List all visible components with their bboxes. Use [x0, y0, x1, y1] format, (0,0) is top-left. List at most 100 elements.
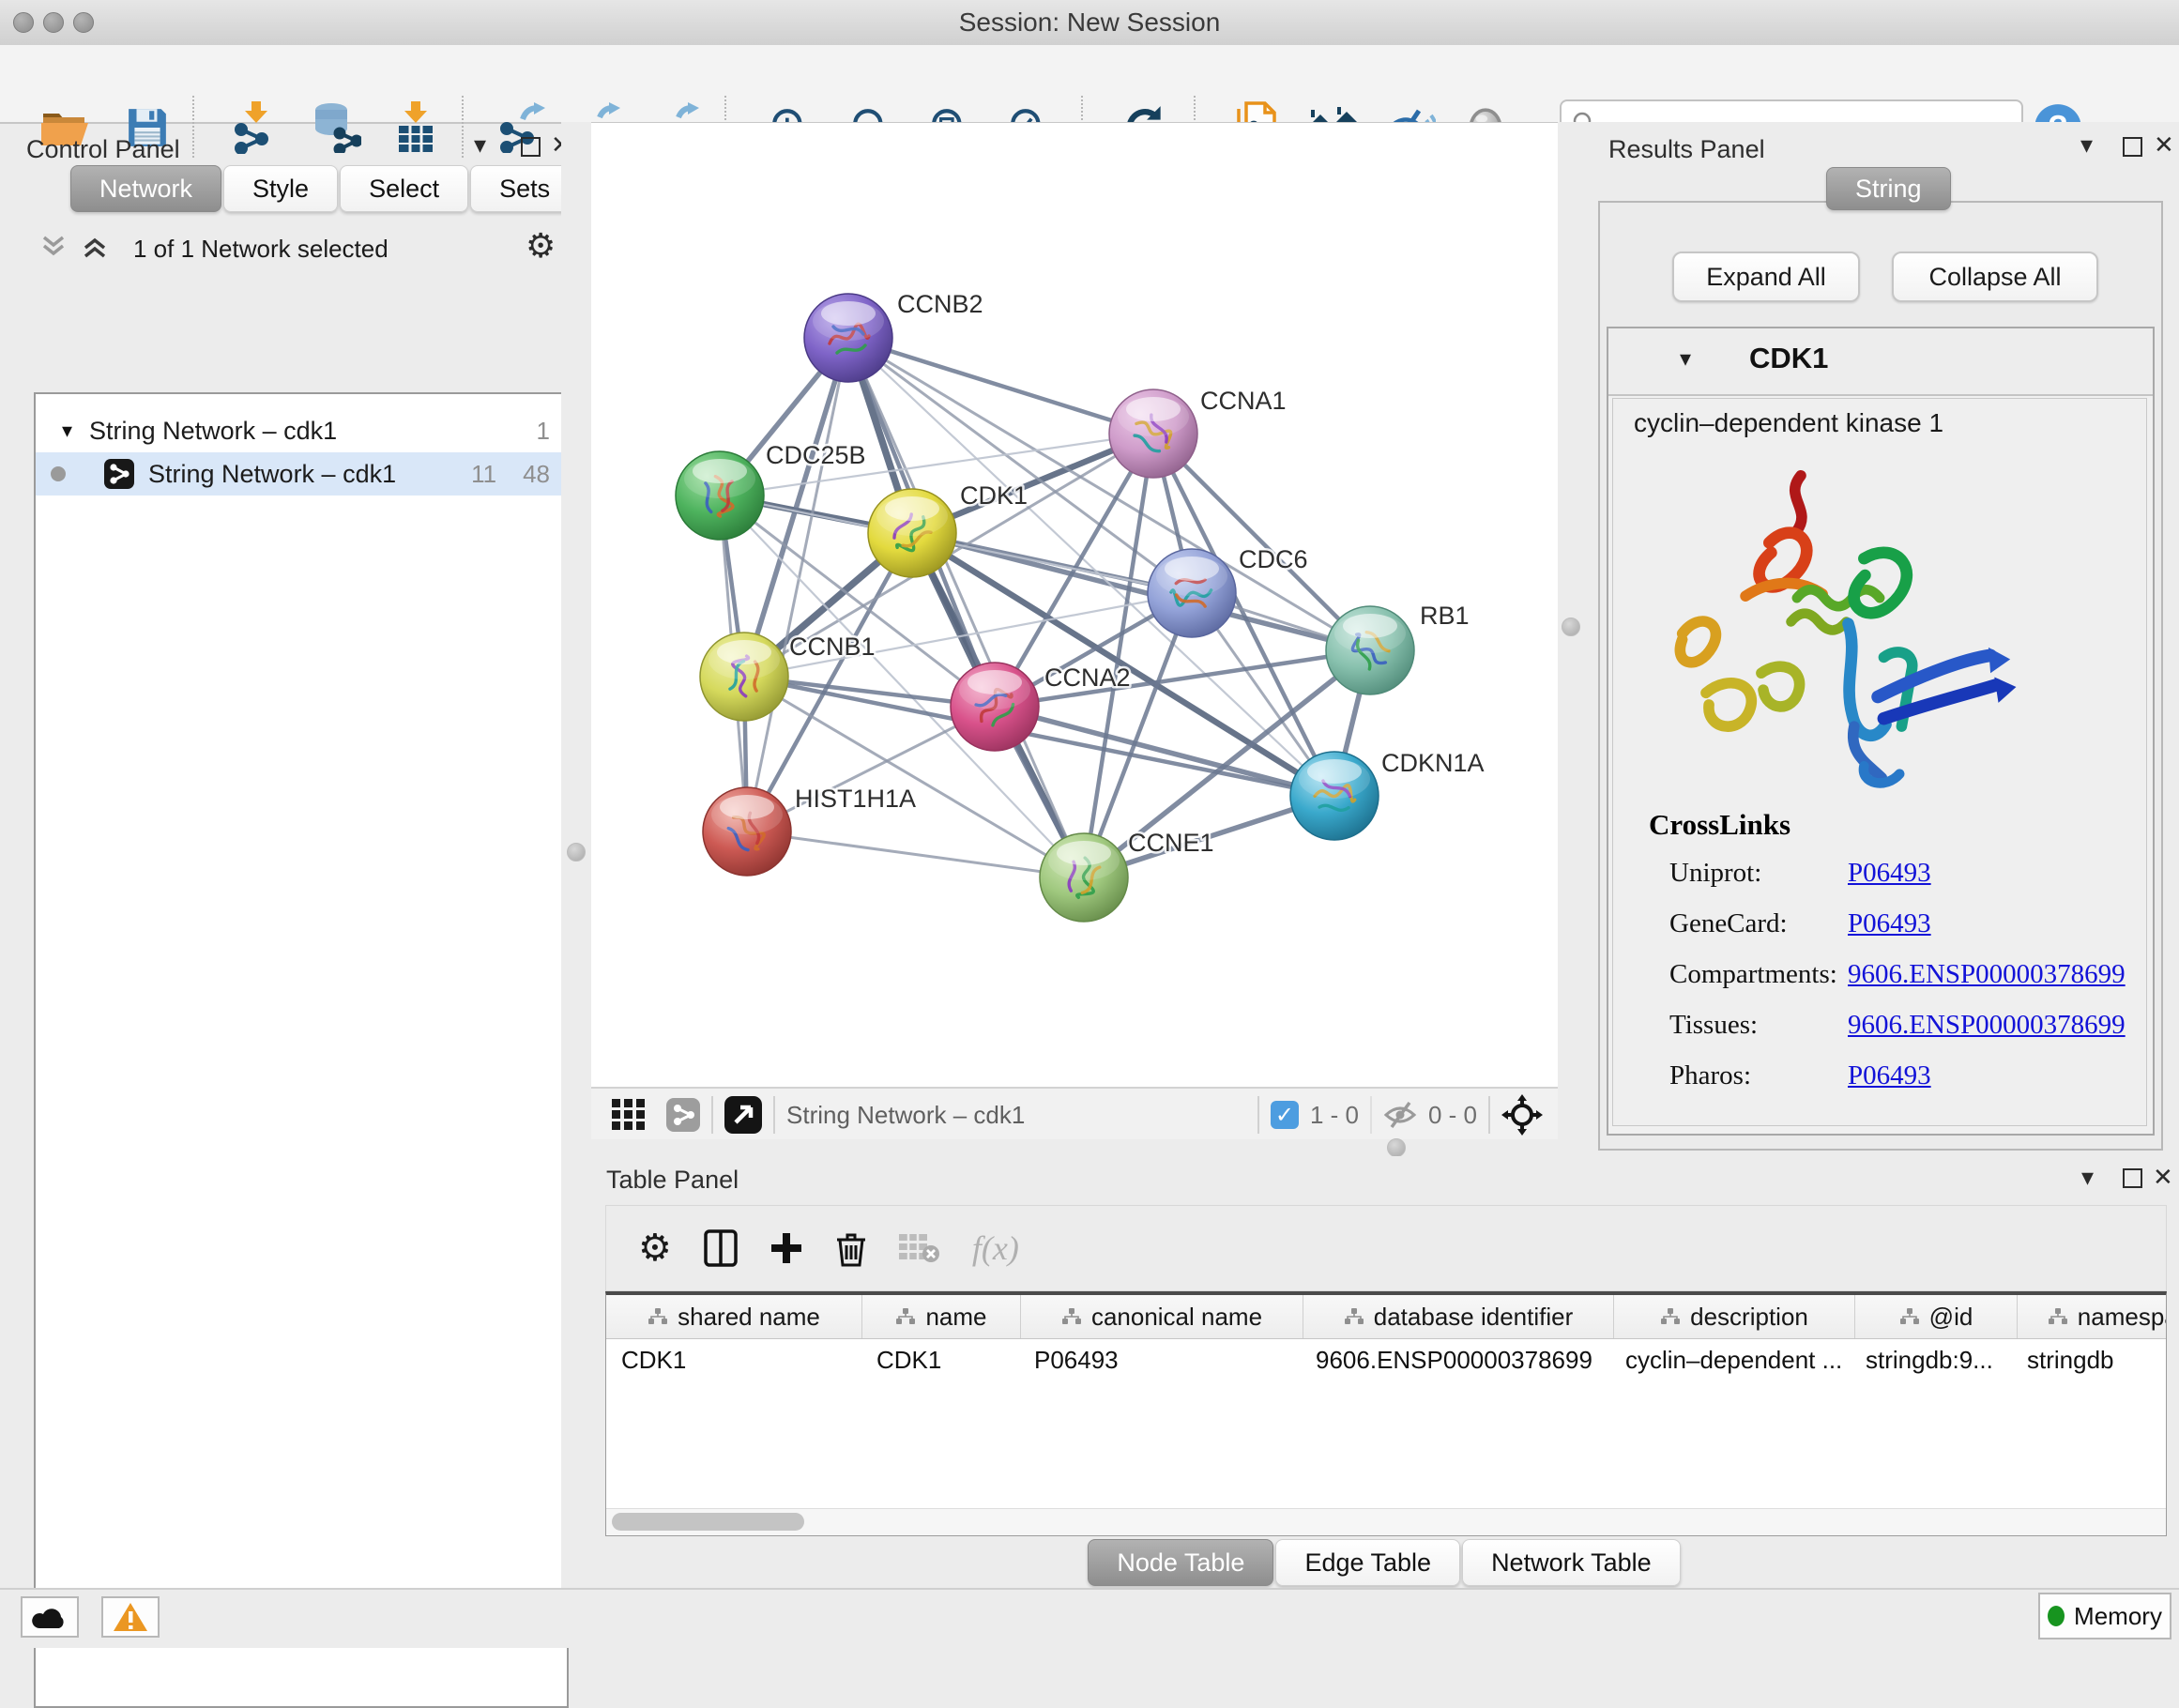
edge-HIST1H1A-CCNE1[interactable]	[747, 831, 1084, 877]
delete-table-icon	[899, 1232, 940, 1264]
add-column-plus-icon[interactable]	[770, 1231, 803, 1265]
panel-collapse-icon[interactable]: ▾	[2081, 1164, 2094, 1192]
memory-button[interactable]: Memory	[2038, 1593, 2171, 1639]
node-CCNA1[interactable]	[1109, 389, 1197, 478]
expand-all-chevron-icon[interactable]	[81, 235, 109, 259]
delete-column-trash-icon[interactable]	[835, 1229, 867, 1267]
warnings-button[interactable]	[101, 1596, 160, 1638]
tab-style[interactable]: Style	[223, 165, 338, 212]
crosslink-link[interactable]: P06493	[1848, 858, 1931, 889]
table-horizontal-scrollbar[interactable]	[606, 1508, 2166, 1535]
crosslink-link[interactable]: P06493	[1848, 908, 1931, 939]
panel-float-icon[interactable]	[2123, 1168, 2142, 1188]
panel-float-icon[interactable]	[521, 137, 541, 157]
column-header-@id[interactable]: @id	[1855, 1295, 2018, 1338]
table-cell: stringdb	[2012, 1339, 2167, 1380]
collapse-all-button[interactable]: Collapse All	[1892, 252, 2098, 302]
collapse-all-chevron-icon[interactable]	[39, 235, 68, 259]
panel-float-icon[interactable]	[2123, 137, 2142, 157]
control-panel-title: Control Panel	[26, 135, 180, 164]
selected-counts: 1 - 0	[1310, 1101, 1359, 1130]
column-header-label: shared name	[678, 1303, 820, 1332]
panel-collapse-icon[interactable]: ▾	[2080, 131, 2093, 160]
node-RB1[interactable]	[1326, 606, 1414, 694]
control-panel: Control Panel ▾ ✕ NetworkStyleSelectSets…	[9, 122, 561, 1588]
network-row-selected[interactable]: String Network – cdk1 11 48	[36, 452, 563, 496]
column-header-shared-name[interactable]: shared name	[606, 1295, 862, 1338]
column-header-database-identifier[interactable]: database identifier	[1303, 1295, 1614, 1338]
gene-details-box: cyclin–dependent kinase 1 CrossLinks Uni…	[1612, 398, 2147, 1126]
scrollbar-thumb[interactable]	[612, 1513, 804, 1531]
node-CCNB1[interactable]	[700, 633, 788, 721]
column-header-namespace[interactable]: namespace	[2018, 1295, 2167, 1338]
function-builder-fx: f(x)	[972, 1228, 1019, 1268]
node-label-HIST1H1A: HIST1H1A	[795, 785, 916, 813]
node-CDC6[interactable]	[1148, 549, 1236, 637]
gene-section-header[interactable]: ▾ CDK1	[1608, 328, 2153, 396]
cloud-icon	[31, 1604, 69, 1630]
network-view-canvas[interactable]: CCNB2CCNA1CDC25BCDK1CDC6RB1CCNB1CCNA2CDK…	[591, 122, 1558, 1088]
hidden-eye-slash-icon[interactable]	[1383, 1100, 1417, 1130]
tab-node-table[interactable]: Node Table	[1088, 1539, 1273, 1586]
node-CCNB2[interactable]	[804, 294, 892, 382]
right-splitter-grip[interactable]	[1562, 618, 1580, 636]
warning-triangle-icon	[113, 1601, 148, 1633]
fit-selected-crosshair-icon[interactable]	[1501, 1094, 1543, 1136]
hidden-counts: 0 - 0	[1428, 1101, 1477, 1130]
crosslink-link[interactable]: P06493	[1848, 1060, 1931, 1091]
crosslink-link[interactable]: 9606.ENSP00000378699	[1848, 959, 2126, 990]
node-HIST1H1A[interactable]	[703, 787, 791, 876]
network-collection-row[interactable]: ▾ String Network – cdk1 1	[36, 409, 563, 452]
column-header-name[interactable]: name	[862, 1295, 1021, 1338]
table-cell: P06493	[1019, 1339, 1301, 1380]
tab-network-table[interactable]: Network Table	[1462, 1539, 1681, 1586]
tab-edge-table[interactable]: Edge Table	[1275, 1539, 1460, 1586]
edge-CCNB2-CCNA1[interactable]	[848, 338, 1153, 434]
table-row[interactable]: CDK1CDK1P064939606.ENSP00000378699cyclin…	[606, 1339, 2166, 1380]
show-columns-icon[interactable]	[704, 1229, 738, 1267]
panel-collapse-icon[interactable]: ▾	[474, 131, 486, 160]
panel-close-icon[interactable]: ✕	[2153, 1164, 2173, 1192]
right-splitter[interactable]	[1558, 122, 1595, 1149]
column-header-description[interactable]: description	[1614, 1295, 1855, 1338]
column-header-canonical-name[interactable]: canonical name	[1021, 1295, 1303, 1338]
tab-network[interactable]: Network	[70, 165, 221, 212]
tab-select[interactable]: Select	[340, 165, 468, 212]
node-CDC25B[interactable]	[676, 451, 764, 540]
table-cell: 9606.ENSP00000378699	[1301, 1339, 1610, 1380]
share-network-icon[interactable]	[666, 1098, 700, 1132]
node-CDK1[interactable]	[868, 489, 956, 577]
node-CCNE1[interactable]	[1040, 833, 1128, 922]
selected-checkbox-icon[interactable]: ✓	[1271, 1101, 1299, 1129]
node-CCNA2[interactable]	[951, 663, 1039, 751]
column-header-label: description	[1690, 1303, 1808, 1332]
table-panel-title: Table Panel	[606, 1166, 739, 1195]
crosslink-link[interactable]: 9606.ENSP00000378699	[1848, 1010, 2126, 1041]
node-label-RB1: RB1	[1420, 602, 1470, 630]
column-header-label: @id	[1929, 1303, 1973, 1332]
network-selection-status: 1 of 1 Network selected	[133, 235, 389, 264]
detach-view-icon[interactable]	[724, 1096, 762, 1134]
crosslink-row: Uniprot:P06493	[1669, 847, 2139, 898]
node-CDKN1A[interactable]	[1290, 752, 1379, 840]
network-graph: CCNB2CCNA1CDC25BCDK1CDC6RB1CCNB1CCNA2CDK…	[591, 123, 1558, 1088]
cloud-button[interactable]	[21, 1596, 79, 1638]
left-splitter[interactable]	[561, 122, 591, 1588]
expand-all-button[interactable]: Expand All	[1672, 252, 1860, 302]
edge-CDC25B-CDC6[interactable]	[720, 496, 1192, 593]
birds-eye-grid-icon[interactable]	[612, 1099, 648, 1131]
horizontal-splitter-grip[interactable]	[1387, 1138, 1406, 1157]
collection-count: 1	[537, 417, 550, 446]
gear-icon[interactable]: ⚙	[526, 227, 556, 266]
tab-string[interactable]: String	[1826, 167, 1951, 210]
section-expander-icon[interactable]: ▾	[1680, 345, 1691, 373]
main-toolbar: ?	[0, 45, 2179, 124]
edge-CCNB2-HIST1H1A[interactable]	[747, 338, 848, 831]
left-splitter-grip[interactable]	[567, 843, 586, 862]
table-settings-gear-icon[interactable]: ⚙	[638, 1227, 672, 1270]
tree-expander-icon[interactable]: ▾	[62, 419, 72, 443]
panel-close-icon[interactable]: ✕	[2154, 131, 2174, 160]
crosslink-label: GeneCard:	[1669, 908, 1848, 939]
node-label-CCNA1: CCNA1	[1200, 387, 1287, 415]
protein-structure-image	[1651, 448, 2026, 814]
